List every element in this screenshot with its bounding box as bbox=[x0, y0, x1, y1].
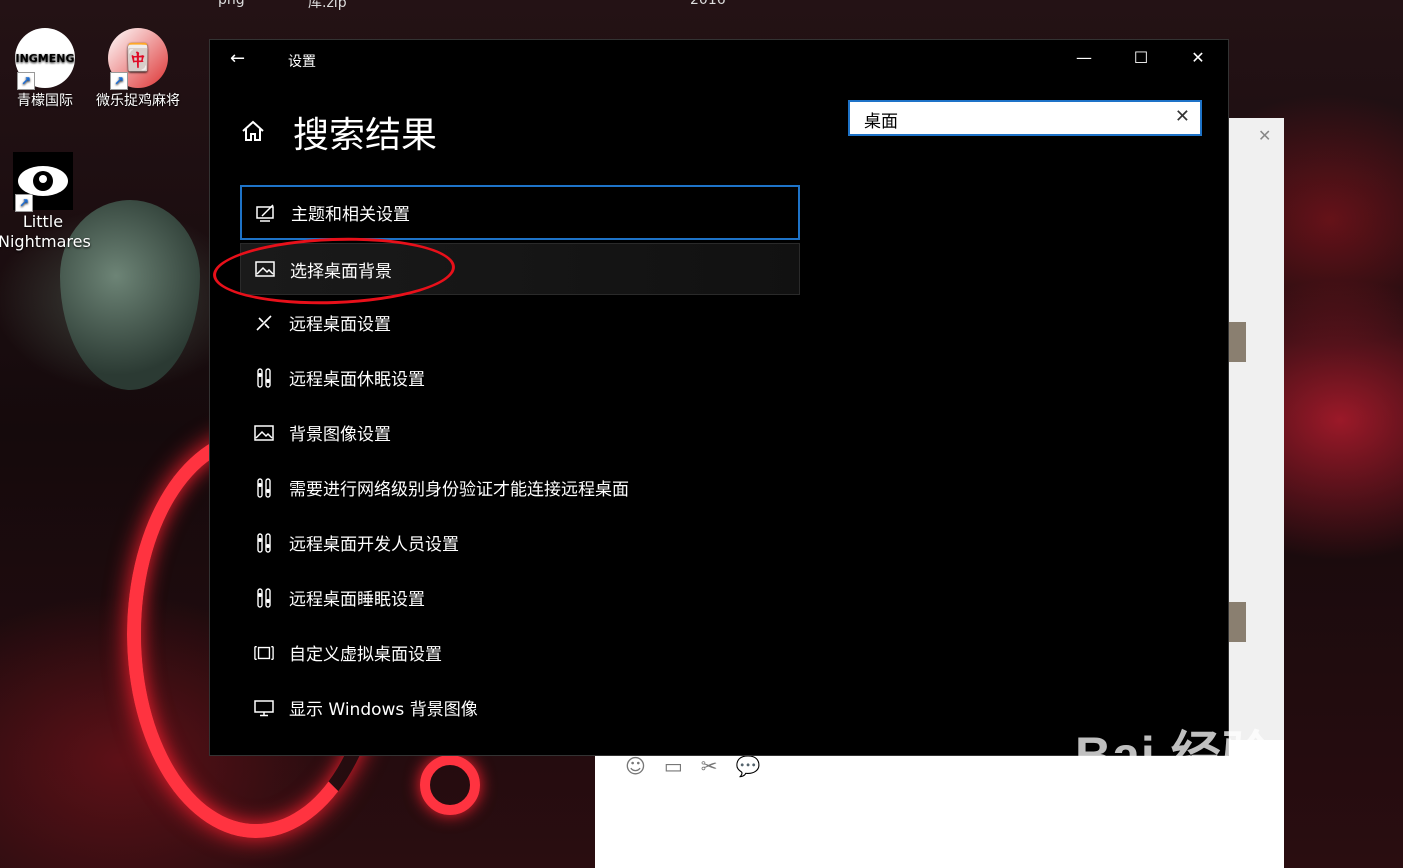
picture-icon bbox=[254, 423, 274, 443]
result-item-desktop-background[interactable]: 选择桌面背景 bbox=[211, 233, 800, 309]
result-item-remote-desktop[interactable]: 远程桌面设置 bbox=[240, 295, 800, 350]
result-item-windows-background[interactable]: 显示 Windows 背景图像 bbox=[240, 680, 800, 735]
emoji-icon[interactable]: ☺ bbox=[625, 754, 646, 778]
theme-icon bbox=[256, 203, 276, 223]
desktop-top-label[interactable]: 库.zip bbox=[308, 0, 347, 12]
eye-game-icon: ↗ bbox=[13, 152, 73, 212]
title-bar: ← 设置 — ☐ ✕ bbox=[210, 40, 1228, 80]
chat-thumbnail bbox=[1228, 602, 1246, 642]
virtual-desktop-icon bbox=[254, 643, 274, 663]
chat-bubble-icon[interactable]: 💬 bbox=[736, 754, 761, 778]
chat-input-area[interactable]: ☺ ▭ ✂ 💬 bbox=[595, 740, 1284, 868]
toggle-settings-icon bbox=[254, 587, 274, 608]
minimize-icon[interactable]: — bbox=[1069, 48, 1099, 67]
desktop-icon-label: 微乐捉鸡麻将 bbox=[96, 93, 180, 109]
desktop-top-label[interactable]: 2016 bbox=[690, 0, 726, 8]
picture-icon bbox=[255, 259, 275, 279]
result-label: 远程桌面设置 bbox=[289, 315, 391, 335]
result-label: 背景图像设置 bbox=[289, 425, 391, 445]
toggle-settings-icon bbox=[254, 477, 274, 498]
result-label: 自定义虚拟桌面设置 bbox=[289, 645, 442, 665]
desktop-icon-mahjong[interactable]: 🀄 ↗ 微乐捉鸡麻将 bbox=[93, 28, 183, 110]
result-label: 远程桌面开发人员设置 bbox=[289, 535, 459, 555]
desktop-icon-little-nightmares[interactable]: ↗ Little Nightmares bbox=[0, 152, 91, 252]
maximize-icon[interactable]: ☐ bbox=[1126, 48, 1156, 67]
result-item-remote-sleep[interactable]: 远程桌面睡眠设置 bbox=[240, 570, 800, 625]
window-title: 设置 bbox=[288, 54, 316, 70]
mahjong-app-icon: 🀄 ↗ bbox=[108, 28, 168, 90]
toggle-settings-icon bbox=[254, 367, 274, 388]
back-arrow-icon[interactable]: ← bbox=[230, 48, 245, 69]
result-label: 远程桌面休眠设置 bbox=[289, 370, 425, 390]
shortcut-arrow-icon: ↗ bbox=[15, 194, 33, 212]
result-item-background-image[interactable]: 背景图像设置 bbox=[240, 405, 800, 460]
result-item-remote-hibernate[interactable]: 远程桌面休眠设置 bbox=[240, 350, 800, 405]
wallpaper-neon-small bbox=[420, 755, 480, 815]
monitor-icon bbox=[254, 698, 274, 718]
result-label: 需要进行网络级别身份验证才能连接远程桌面 bbox=[289, 480, 629, 500]
shortcut-arrow-icon: ↗ bbox=[110, 72, 128, 90]
desktop-icon-label: Little Nightmares bbox=[0, 212, 91, 251]
desktop-icon-qingmeng[interactable]: INGMENG ↗ 青檬国际 bbox=[0, 28, 90, 110]
remote-icon bbox=[254, 313, 274, 333]
close-icon[interactable]: ✕ bbox=[1183, 48, 1213, 67]
result-label: 选择桌面背景 bbox=[290, 261, 392, 282]
clear-search-icon[interactable]: ✕ bbox=[1175, 106, 1190, 127]
result-label: 远程桌面睡眠设置 bbox=[289, 590, 425, 610]
search-box[interactable]: ✕ bbox=[848, 100, 1202, 136]
close-icon[interactable]: ✕ bbox=[1258, 126, 1271, 145]
desktop-top-label[interactable]: png bbox=[218, 0, 245, 8]
chat-thumbnail bbox=[1228, 322, 1246, 362]
desktop-icon-label: 青檬国际 bbox=[17, 93, 73, 109]
qingmeng-logo-icon: INGMENG ↗ bbox=[15, 28, 75, 90]
result-label: 显示 Windows 背景图像 bbox=[289, 700, 478, 720]
chat-toolbar: ☺ ▭ ✂ 💬 bbox=[625, 754, 760, 778]
toggle-settings-icon bbox=[254, 532, 274, 553]
search-results-list: 主题和相关设置 选择桌面背景 远程桌面设置 远程桌面休眠设置 背景图像设置 需要… bbox=[211, 185, 800, 735]
folder-icon[interactable]: ▭ bbox=[664, 754, 683, 778]
result-label: 主题和相关设置 bbox=[291, 205, 410, 225]
result-item-theme-settings[interactable]: 主题和相关设置 bbox=[240, 185, 800, 240]
result-item-virtual-desktop[interactable]: 自定义虚拟桌面设置 bbox=[240, 625, 800, 680]
scissors-icon[interactable]: ✂ bbox=[701, 754, 718, 778]
page-title: 搜索结果 bbox=[293, 115, 438, 156]
qingmeng-logo-text: INGMENG bbox=[15, 51, 75, 65]
shortcut-arrow-icon: ↗ bbox=[17, 72, 35, 90]
home-icon[interactable] bbox=[240, 118, 266, 144]
result-item-remote-developer[interactable]: 远程桌面开发人员设置 bbox=[240, 515, 800, 570]
result-item-nla[interactable]: 需要进行网络级别身份验证才能连接远程桌面 bbox=[240, 460, 800, 515]
search-input[interactable] bbox=[862, 108, 1166, 130]
settings-window: ← 设置 — ☐ ✕ 搜索结果 ✕ 主题和相关设置 选择桌面背景 bbox=[210, 40, 1228, 755]
